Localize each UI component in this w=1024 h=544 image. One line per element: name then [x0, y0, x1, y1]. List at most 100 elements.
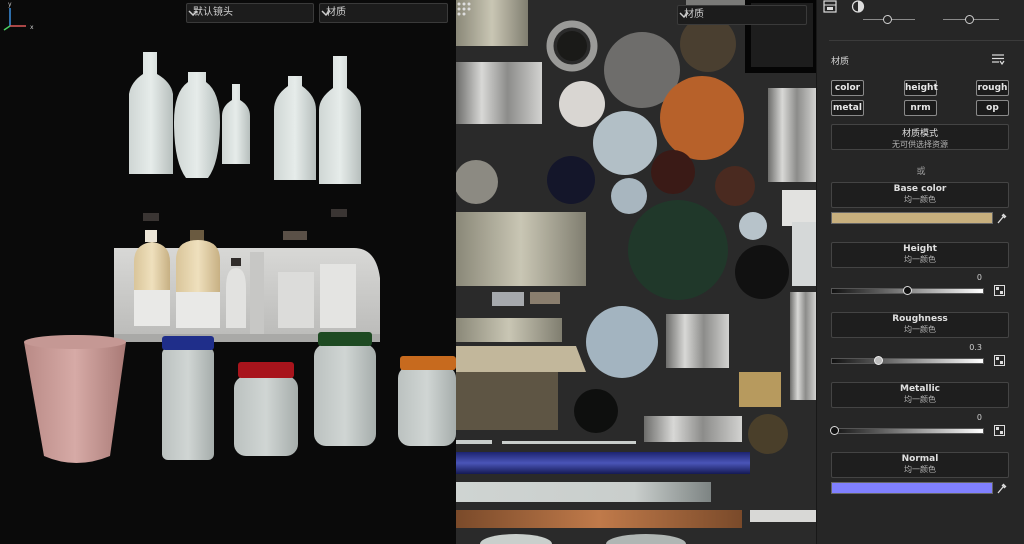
base-color-mode-selector[interactable]: Base color 均一颜色 — [831, 182, 1009, 208]
uv-island — [611, 178, 647, 214]
uv-island — [593, 111, 657, 175]
roughness-title: Roughness — [892, 314, 948, 324]
texture-map-icon[interactable] — [994, 425, 1005, 436]
roughness-slider[interactable] — [831, 358, 984, 364]
cap-dark-3 — [283, 231, 307, 240]
viewport-material-dropdown[interactable]: 材质 — [319, 3, 448, 23]
roughness-value: 0.3 — [969, 343, 982, 352]
uv-island — [790, 292, 816, 400]
material-panel: 材质 color height rough metal nrm op 材质模式 … — [816, 0, 1024, 544]
normal-subtitle: 均一颜色 — [904, 465, 936, 474]
uv-island — [748, 414, 788, 454]
uv-island — [456, 482, 711, 502]
roughness-mode-selector[interactable]: Roughness 均一颜色 — [831, 312, 1009, 338]
axis-x-label: x — [30, 24, 34, 31]
base-color-swatch[interactable] — [831, 212, 993, 224]
divider — [829, 40, 1024, 41]
app-window: 默认镜头 材质 y x 材质 材质 color height rough met… — [0, 0, 1024, 544]
material-tab-icon[interactable] — [823, 0, 837, 13]
uv-texture-view[interactable]: 材质 — [456, 0, 816, 544]
top-slider-2[interactable] — [943, 14, 999, 26]
3d-viewport[interactable]: 默认镜头 材质 y x — [0, 0, 456, 544]
uv-island — [456, 346, 586, 372]
metallic-value: 0 — [976, 413, 982, 422]
height-mode-selector[interactable]: Height 均一颜色 — [831, 242, 1009, 268]
uv-island — [456, 318, 562, 342]
bottle-3 — [319, 56, 361, 184]
uv-material-dropdown[interactable]: 材质 — [677, 5, 807, 25]
material-mode-selector[interactable]: 材质模式 无可供选择资源 — [831, 124, 1009, 150]
material-mode-subtitle: 无可供选择资源 — [892, 140, 948, 149]
normal-mode-selector[interactable]: Normal 均一颜色 — [831, 452, 1009, 478]
sphere-tab-icon[interactable] — [851, 0, 865, 13]
or-label: 或 — [916, 167, 926, 177]
uv-island — [547, 156, 595, 204]
jar-white-2 — [320, 264, 356, 328]
height-subtitle: 均一颜色 — [904, 255, 936, 264]
height-slider-knob[interactable] — [903, 286, 912, 295]
channel-color-button[interactable]: color — [831, 80, 864, 96]
cap-dark-1 — [143, 213, 159, 221]
height-title: Height — [903, 244, 937, 254]
material-section-title: 材质 — [831, 57, 850, 67]
uv-island — [750, 510, 816, 522]
eyedropper-icon[interactable] — [997, 212, 1007, 224]
uv-island — [480, 534, 552, 544]
roughness-slider-knob[interactable] — [873, 356, 883, 365]
uv-island — [456, 160, 498, 204]
uv-island — [502, 441, 636, 444]
uv-island — [739, 212, 767, 240]
cap-dark-2 — [331, 209, 347, 217]
chevron-down-icon — [321, 10, 331, 17]
channel-rough-button[interactable]: rough — [976, 80, 1009, 96]
chevron-down-icon — [188, 10, 198, 17]
uv-island — [586, 306, 658, 378]
viewport-scene — [24, 52, 456, 463]
uv-island — [606, 534, 686, 544]
top-slider-1[interactable] — [863, 14, 915, 26]
uv-island — [628, 200, 728, 300]
metallic-slider[interactable] — [831, 428, 984, 434]
material-mode-title: 材质模式 — [901, 129, 938, 139]
bottle-2 — [274, 76, 316, 180]
cream-bottle-2 — [176, 230, 220, 328]
uv-island — [456, 440, 492, 444]
uv-island — [530, 292, 560, 304]
uv-island — [456, 372, 558, 430]
normal-title: Normal — [901, 454, 939, 464]
panel-tabs — [817, 0, 1024, 14]
pink-cup — [24, 335, 126, 463]
channel-metal-button[interactable]: metal — [831, 100, 864, 116]
uv-island — [456, 62, 542, 124]
camera-dropdown[interactable]: 默认镜头 — [186, 3, 314, 23]
channel-nrm-button[interactable]: nrm — [904, 100, 937, 116]
uv-island — [456, 510, 742, 528]
jar-red-lid — [234, 362, 298, 456]
base-color-title: Base color — [893, 184, 947, 194]
normal-color-swatch[interactable] — [831, 482, 993, 494]
texture-atlas — [456, 0, 816, 544]
metallic-subtitle: 均一颜色 — [904, 395, 936, 404]
metallic-slider-knob[interactable] — [830, 426, 839, 435]
slider-knob[interactable] — [883, 15, 892, 24]
slider-knob[interactable] — [965, 15, 974, 24]
texture-map-icon[interactable] — [994, 355, 1005, 366]
eyedropper-icon[interactable] — [997, 482, 1007, 494]
uv-island — [715, 166, 755, 206]
jar-white-1 — [278, 272, 314, 328]
metallic-mode-selector[interactable]: Metallic 均一颜色 — [831, 382, 1009, 408]
grid-menu-icon[interactable] — [456, 0, 472, 16]
cream-bottle-1 — [134, 230, 170, 326]
texture-map-icon[interactable] — [994, 285, 1005, 296]
channel-height-button[interactable]: height — [904, 80, 938, 96]
channel-op-button[interactable]: op — [976, 100, 1009, 116]
filter-list-icon[interactable] — [991, 53, 1005, 65]
uv-island — [559, 81, 605, 127]
uv-island — [768, 88, 816, 182]
uv-island — [574, 389, 618, 433]
vase-1 — [174, 72, 220, 178]
uv-island — [739, 372, 781, 407]
base-color-subtitle: 均一颜色 — [904, 195, 936, 204]
uv-island — [492, 292, 524, 306]
uv-island — [660, 76, 744, 160]
